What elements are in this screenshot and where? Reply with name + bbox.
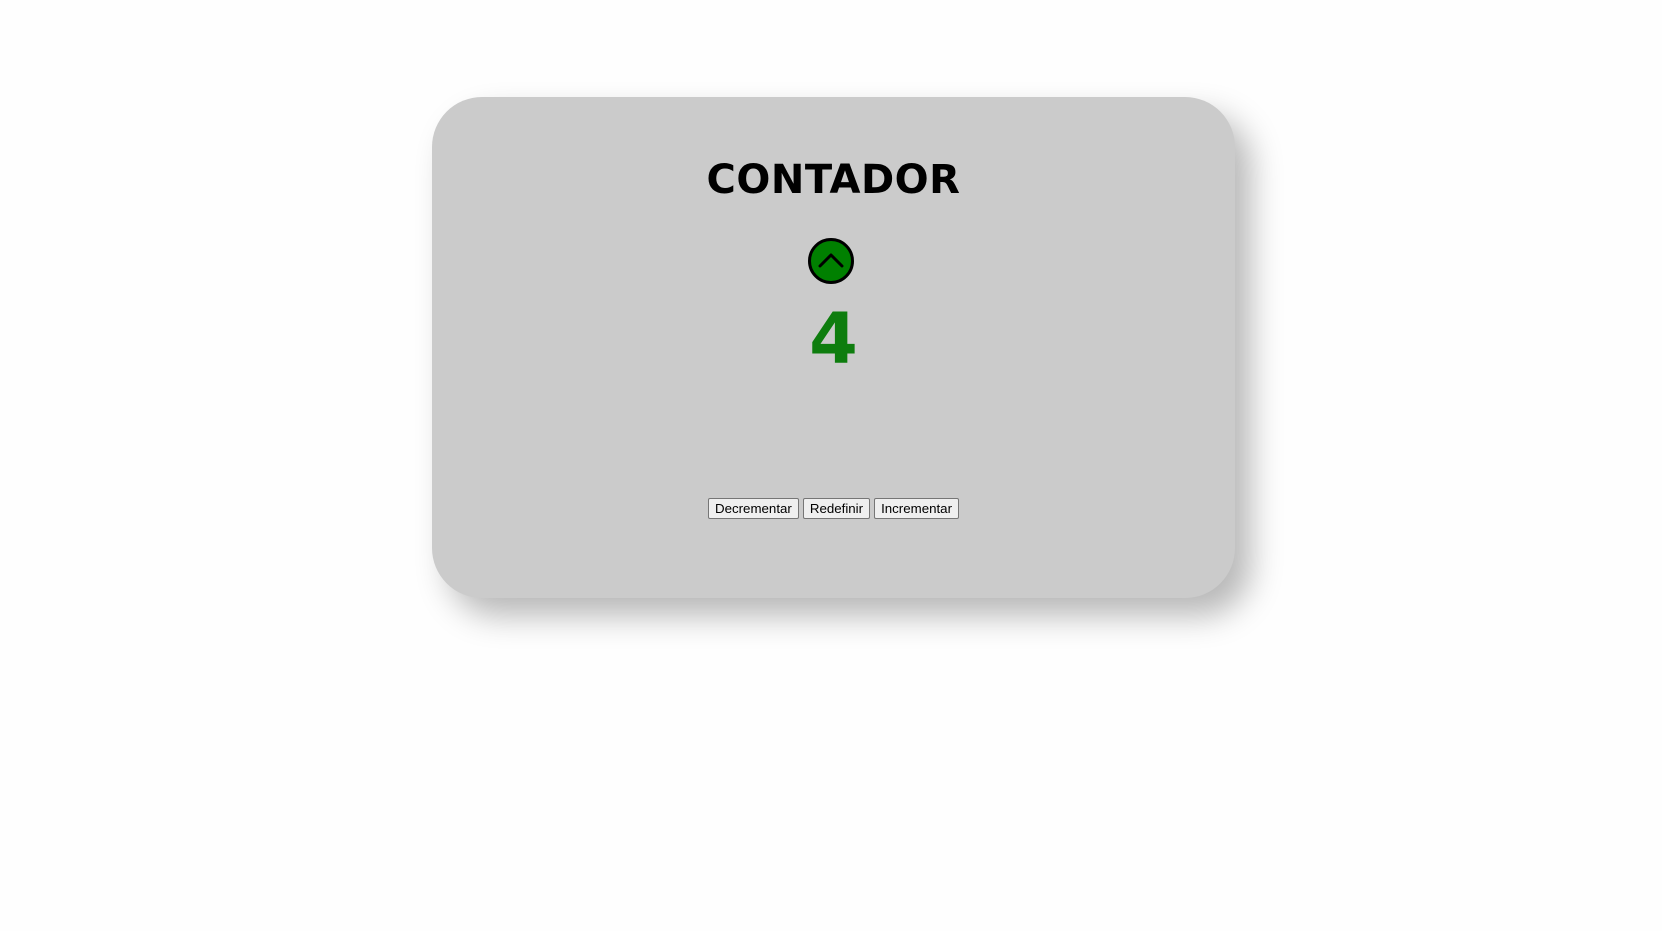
reset-button[interactable]: Redefinir xyxy=(802,498,871,519)
direction-indicator xyxy=(808,238,854,284)
chevron-up-icon xyxy=(818,253,844,268)
counter-controls: Decrementar Redefinir Incrementar xyxy=(432,498,1235,519)
increment-button[interactable]: Incrementar xyxy=(874,498,960,519)
counter-value: 4 xyxy=(809,298,858,380)
decrement-button[interactable]: Decrementar xyxy=(707,498,799,519)
counter-card: CONTADOR 4 Decrementar Redefinir Increme… xyxy=(432,97,1235,598)
counter-title: CONTADOR xyxy=(706,157,961,203)
